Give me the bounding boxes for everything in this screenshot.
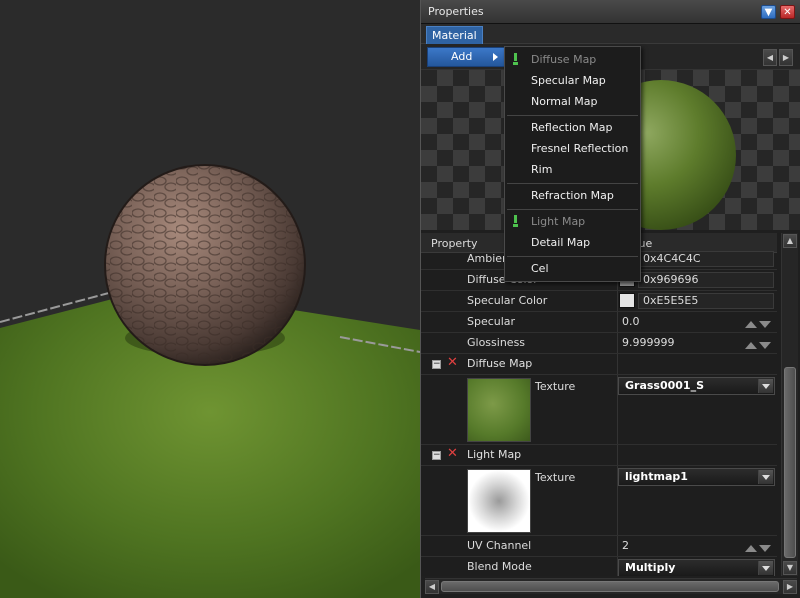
lightmap-texture-thumbnail[interactable] [467, 469, 531, 533]
panel-title: Properties [428, 5, 484, 18]
spin-up-icon[interactable] [745, 342, 757, 349]
menu-separator [507, 209, 638, 210]
glossiness-spinner[interactable] [745, 339, 773, 349]
specular-value[interactable]: 0.0 [622, 315, 640, 328]
spin-up-icon[interactable] [745, 545, 757, 552]
menu-item-specular-map[interactable]: Specular Map [505, 70, 640, 91]
section-label: Light Map [467, 448, 522, 461]
menu-label: Fresnel Reflection [531, 142, 629, 155]
tab-bar: Material [421, 24, 800, 44]
horizontal-scrollbar[interactable]: ◀ ▶ [425, 578, 797, 594]
menu-item-detail-map[interactable]: Detail Map [505, 232, 640, 253]
specular-color-swatch[interactable] [619, 293, 635, 308]
menu-label: Diffuse Map [531, 53, 597, 66]
panel-titlebar[interactable]: Properties ▼ ✕ [421, 0, 800, 24]
tab-material[interactable]: Material [426, 26, 483, 44]
remove-icon[interactable]: ✕ [447, 446, 458, 461]
menu-label: Light Map [531, 215, 586, 228]
menu-label: Reflection Map [531, 121, 613, 134]
row-specular-color: Specular Color 0xE5E5E5 [421, 291, 777, 312]
diffuse-color-field[interactable]: 0x969696 [638, 272, 774, 288]
glossiness-value[interactable]: 9.999999 [622, 336, 675, 349]
section-label: Diffuse Map [467, 357, 533, 370]
add-button-label: Add [451, 50, 473, 63]
texture-label: Texture [535, 380, 576, 393]
prop-label: Specular Color [467, 294, 548, 307]
blend-mode-dropdown[interactable]: Multiply [618, 559, 775, 576]
specular-spinner[interactable] [745, 318, 773, 328]
section-diffuse-map: − ✕ Diffuse Map [421, 354, 777, 375]
menu-separator [507, 183, 638, 184]
row-light-texture: Texture lightmap1 [421, 466, 777, 536]
menu-item-refraction-map[interactable]: Refraction Map [505, 185, 640, 206]
section-light-map: − ✕ Light Map [421, 445, 777, 466]
menu-label: Rim [531, 163, 553, 176]
menu-label: Detail Map [531, 236, 591, 249]
viewport-scene [0, 164, 420, 598]
diffuse-texture-dropdown[interactable]: Grass0001_S [618, 377, 775, 395]
menu-item-light-map[interactable]: Light Map [505, 211, 640, 232]
menu-item-fresnel-reflection[interactable]: Fresnel Reflection [505, 138, 640, 159]
menu-item-rim[interactable]: Rim [505, 159, 640, 180]
chevron-right-icon [493, 53, 498, 61]
prop-label: Specular [467, 315, 516, 328]
3d-viewport[interactable] [0, 0, 420, 598]
menu-label: Normal Map [531, 95, 598, 108]
light-texture-dropdown[interactable]: lightmap1 [618, 468, 775, 486]
prop-label: Blend Mode [467, 560, 532, 573]
dropdown-arrow-icon[interactable] [758, 470, 773, 484]
vertical-scrollbar[interactable]: ▲ ▼ [781, 233, 798, 576]
scrollbar-thumb[interactable] [784, 367, 796, 558]
grass-texture-thumbnail[interactable] [467, 378, 531, 442]
collapse-icon[interactable]: − [432, 360, 441, 369]
menu-separator [507, 256, 638, 257]
menu-item-reflection-map[interactable]: Reflection Map [505, 117, 640, 138]
spin-down-icon[interactable] [759, 321, 771, 328]
prop-label: UV Channel [467, 539, 532, 552]
scrollbar-thumb[interactable] [441, 581, 779, 592]
uv-channel-spinner[interactable] [745, 542, 773, 552]
menu-label: Refraction Map [531, 189, 614, 202]
scroll-right-icon[interactable]: ▶ [779, 49, 793, 66]
dropdown-value: Multiply [625, 561, 676, 574]
menu-item-normal-map[interactable]: Normal Map [505, 91, 640, 112]
close-icon[interactable]: ✕ [780, 5, 795, 19]
scroll-left-icon[interactable]: ◀ [763, 49, 777, 66]
menu-label: Specular Map [531, 74, 606, 87]
texture-label: Texture [535, 471, 576, 484]
scroll-right-icon[interactable]: ▶ [783, 580, 797, 594]
add-map-menu: Diffuse Map Specular Map Normal Map Refl… [504, 46, 641, 282]
property-grid: Property Value Ambient Color 0x4C4C4C Di… [421, 233, 781, 576]
scroll-left-icon[interactable]: ◀ [425, 580, 439, 594]
row-specular: Specular 0.0 [421, 312, 777, 333]
remove-icon[interactable]: ✕ [447, 355, 458, 370]
row-blend-mode: Blend Mode Multiply [421, 557, 777, 576]
menu-label: Cel [531, 262, 549, 275]
menu-item-cel[interactable]: Cel [505, 258, 640, 279]
row-glossiness: Glossiness 9.999999 [421, 333, 777, 354]
row-diffuse-texture: Texture Grass0001_S [421, 375, 777, 445]
dropdown-arrow-icon[interactable] [758, 561, 773, 575]
ambient-color-field[interactable]: 0x4C4C4C [638, 251, 774, 267]
menu-item-diffuse-map[interactable]: Diffuse Map [505, 49, 640, 70]
scroll-down-icon[interactable]: ▼ [783, 561, 797, 575]
dropdown-value: Grass0001_S [625, 379, 705, 392]
add-button[interactable]: Add [427, 47, 505, 67]
dropdown-value: lightmap1 [625, 470, 688, 483]
scroll-up-icon[interactable]: ▲ [783, 234, 797, 248]
prop-label: Glossiness [467, 336, 526, 349]
check-icon [513, 53, 518, 66]
row-uv-channel: UV Channel 2 [421, 536, 777, 557]
spin-down-icon[interactable] [759, 342, 771, 349]
spin-down-icon[interactable] [759, 545, 771, 552]
menu-separator [507, 115, 638, 116]
chevron-down-icon[interactable]: ▼ [761, 5, 776, 19]
check-icon [513, 215, 518, 228]
specular-color-field[interactable]: 0xE5E5E5 [638, 293, 774, 309]
spin-up-icon[interactable] [745, 321, 757, 328]
collapse-icon[interactable]: − [432, 451, 441, 460]
dropdown-arrow-icon[interactable] [758, 379, 773, 393]
uv-channel-value[interactable]: 2 [622, 539, 629, 552]
